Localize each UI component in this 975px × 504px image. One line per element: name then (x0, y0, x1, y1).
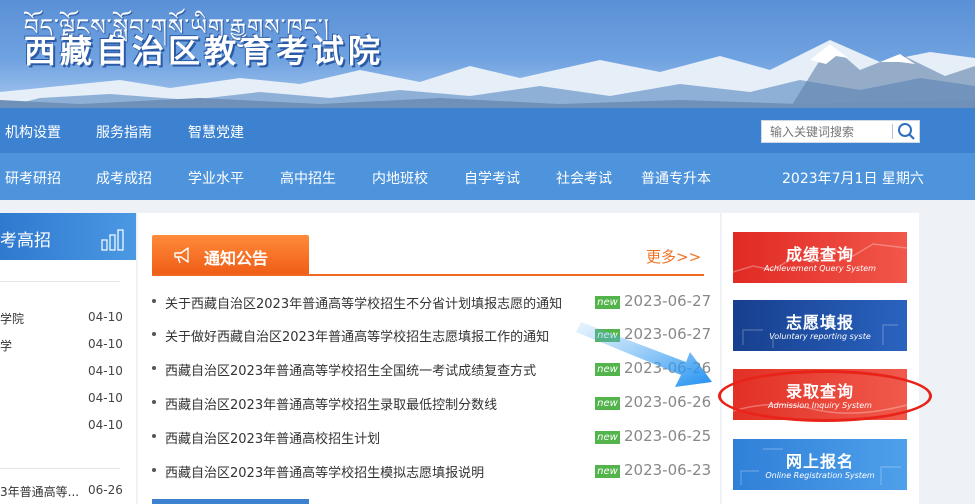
left-panel-header[interactable]: 考高招 (0, 213, 136, 260)
notice-title: 关于西藏自治区2023年普通高等学校招生不分省计划填报志愿的通知 (165, 297, 563, 312)
search-icon[interactable] (894, 121, 919, 142)
bullet (152, 332, 156, 336)
notice-title: 西藏自治区2023年普通高等学校招生模拟志愿填报说明 (165, 466, 485, 481)
nav-item-academic-level[interactable]: 学业水平 (188, 168, 244, 188)
notice-date: 2023-06-26 (624, 393, 712, 411)
notice-item[interactable]: 关于西藏自治区2023年普通高等学校招生不分省计划填报志愿的通知 new 2023-… (152, 291, 712, 313)
bullet (152, 366, 156, 370)
nav-item-service-guide[interactable]: 服务指南 (96, 122, 152, 142)
search-input[interactable] (762, 121, 890, 142)
nav-item-party-building[interactable]: 智慧党建 (188, 122, 244, 142)
divider (0, 281, 120, 282)
list-item[interactable]: 04-10 (0, 362, 136, 382)
bullet (152, 299, 156, 303)
notice-date: 2023-06-25 (624, 427, 712, 445)
notice-item[interactable]: 关于做好西藏自治区2023年普通高等学校招生志愿填报工作的通知 new 2023-0… (152, 324, 712, 346)
notice-title: 关于做好西藏自治区2023年普通高等学校招生志愿填报工作的通知 (165, 330, 550, 345)
notice-title: 西藏自治区2023年普通高等学校招生全国统一考试成绩复查方式 (165, 364, 537, 379)
divider (0, 468, 120, 469)
list-item[interactable]: 3年普通高等... 06-26 (0, 481, 136, 501)
notice-tab[interactable]: 通知公告 (152, 235, 309, 275)
nav-item-adult-exam[interactable]: 成考成招 (96, 168, 152, 188)
notice-title: 西藏自治区2023年普通高等学校招生录取最低控制分数线 (165, 398, 498, 413)
new-badge: new (595, 465, 620, 478)
list-item[interactable]: 04-10 (0, 389, 136, 409)
bullet (152, 400, 156, 404)
list-item[interactable]: 学 04-10 (0, 335, 136, 355)
notice-item[interactable]: 西藏自治区2023年普通高等学校招生全国统一考试成绩复查方式 new 2023-06… (152, 358, 712, 380)
nav-item-upgrade[interactable]: 普通专升本 (641, 168, 711, 188)
search-divider (892, 124, 893, 139)
site-title[interactable]: 西藏自治区教育考试院 (24, 26, 384, 72)
left-news-panel: 考高招 学院 04-10 学 04-10 04-10 04-10 04-10 3年普… (0, 213, 136, 504)
bullet (152, 434, 156, 438)
megaphone-icon (174, 247, 189, 264)
bullet (152, 468, 156, 472)
search-box (761, 120, 920, 143)
chart-icon (101, 229, 124, 251)
notice-underline (152, 274, 704, 276)
notice-tab-label: 通知公告 (204, 249, 269, 268)
notice-title: 西藏自治区2023年普通高校招生计划 (165, 432, 381, 447)
nav-item-highschool[interactable]: 高中招生 (280, 168, 336, 188)
next-section-tab (152, 499, 309, 504)
new-badge: new (595, 363, 620, 376)
notice-panel: 通知公告 更多>> 关于西藏自治区2023年普通高等学校招生不分省计划填报志愿的… (138, 213, 720, 504)
notice-item[interactable]: 西藏自治区2023年普通高等学校招生录取最低控制分数线 new 2023-06-26 (152, 392, 712, 414)
list-item[interactable]: 学院 04-10 (0, 308, 136, 328)
nav-item-institution[interactable]: 机构设置 (5, 122, 61, 142)
notice-date: 2023-06-23 (624, 461, 712, 479)
notice-item[interactable]: 西藏自治区2023年普通高等学校招生模拟志愿填报说明 new 2023-06-23 (152, 460, 712, 482)
new-badge: new (595, 296, 620, 309)
notice-date: 2023-06-27 (624, 325, 712, 343)
nav-item-social-exam[interactable]: 社会考试 (556, 168, 612, 188)
highlight-ellipse (718, 370, 932, 422)
current-date: 2023年7月1日 星期六 (782, 171, 924, 187)
voluntary-reporting-button[interactable]: 志愿填报 Voluntary reporting syste (733, 300, 907, 351)
left-panel-title: 考高招 (0, 231, 51, 251)
notice-date: 2023-06-26 (624, 359, 712, 377)
list-item[interactable]: 04-10 (0, 416, 136, 436)
new-badge: new (595, 397, 620, 410)
new-badge: new (595, 329, 620, 342)
notice-date: 2023-06-27 (624, 292, 712, 310)
more-link[interactable]: 更多>> (646, 246, 701, 267)
secondary-nav-bar: 研考研招 成考成招 学业水平 高中招生 内地班校 自学考试 社会考试 普通专升本… (0, 153, 975, 200)
online-registration-button[interactable]: 网上报名 Online Registration System (733, 439, 907, 490)
site-banner: བོད་ལྗོངས་སློབ་གསོ་ཡིག་རྒྱུགས་ཁང་། 西藏自治区… (0, 0, 975, 108)
nav-item-self-study[interactable]: 自学考试 (464, 168, 520, 188)
notice-item[interactable]: 西藏自治区2023年普通高校招生计划 new 2023-06-25 (152, 426, 712, 448)
nav-item-inland-class[interactable]: 内地班校 (372, 168, 428, 188)
achievement-query-button[interactable]: 成绩查询 Achievement Query System (733, 232, 907, 283)
new-badge: new (595, 431, 620, 444)
nav-item-postgrad[interactable]: 研考研招 (5, 168, 61, 188)
